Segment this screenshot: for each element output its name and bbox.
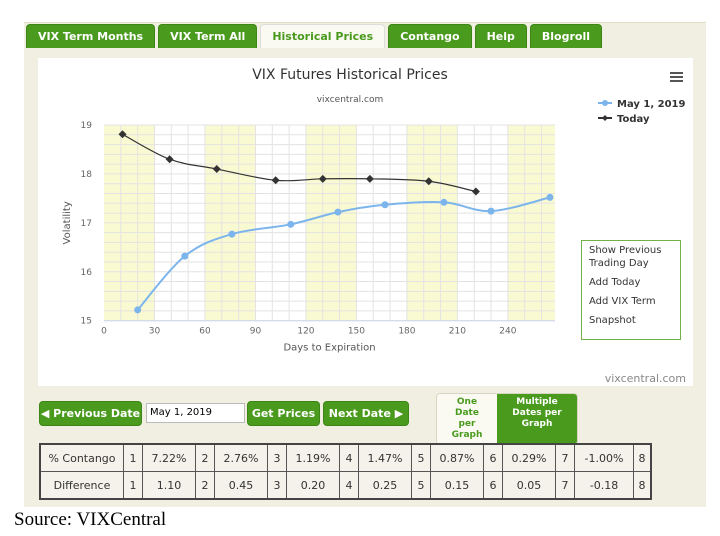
data-point [181, 252, 189, 260]
month-index: 1 [123, 443, 143, 472]
x-tick-label: 180 [398, 327, 415, 337]
table-cell: 0.20 [286, 471, 340, 500]
table-cell: -0.18 [574, 471, 634, 500]
table-cell: 0.15 [430, 471, 484, 500]
contango-table: % Contango 1 7.22% 2 2.76% 3 1.19% 4 1.47% 5 0.87%… [39, 443, 652, 500]
data-point [287, 220, 295, 228]
data-point [165, 155, 174, 164]
x-tick-label: 30 [149, 327, 161, 337]
data-point [228, 230, 236, 238]
data-point [546, 193, 554, 201]
date-input[interactable]: May 1, 2019 [146, 403, 245, 423]
table-cell: 0.05 [502, 471, 556, 500]
table-cell: -1.00% [574, 443, 634, 472]
month-index: 6 [483, 443, 503, 472]
x-tick-label: 150 [348, 327, 365, 337]
data-point [365, 174, 374, 183]
month-index: 6 [483, 471, 503, 500]
x-tick-label: 210 [449, 327, 466, 337]
hamburger-icon[interactable] [670, 72, 683, 82]
graph-mode-toggle: One Date per Graph Multiple Dates per Gr… [436, 393, 578, 445]
table-cell: 1.19% [286, 443, 340, 472]
row-label: % Contango [39, 443, 124, 472]
table-row: Difference 1 1.10 2 0.45 3 0.20 4 0.25 5 0.15 6 0.05… [39, 471, 652, 500]
chart-credit: vixcentral.com [605, 372, 686, 385]
y-tick-label: 15 [81, 317, 92, 327]
menu-show-previous[interactable]: Show Previous Trading Day [582, 241, 680, 273]
month-index: 4 [339, 443, 359, 472]
next-date-button[interactable]: Next Date ▶ [323, 401, 409, 426]
table-row: % Contango 1 7.22% 2 2.76% 3 1.19% 4 1.47% 5 0.87%… [39, 443, 652, 472]
chart-title: VIX Futures Historical Prices [252, 67, 448, 83]
x-axis-title: Days to Expiration [283, 343, 375, 354]
month-index: 7 [555, 443, 575, 472]
context-menu: Show Previous Trading Day Add Today Add … [581, 240, 681, 340]
data-point [334, 208, 342, 216]
y-tick-label: 16 [81, 268, 93, 278]
legend-marker [602, 115, 608, 121]
data-point [440, 198, 448, 206]
x-tick-label: 120 [297, 327, 314, 337]
x-tick-label: 240 [499, 327, 516, 337]
month-index: 8 [633, 443, 652, 472]
table-cell: 1.47% [358, 443, 412, 472]
menu-add-today[interactable]: Add Today [582, 273, 680, 292]
data-point [134, 306, 142, 314]
multiple-dates-option[interactable]: Multiple Dates per Graph [497, 394, 577, 444]
month-index: 5 [411, 471, 431, 500]
chart-svg: 0 30 60 90 120 150 180 210 240 15 16 17 18 19 Days to … [62, 67, 686, 385]
month-index: 4 [339, 471, 359, 500]
data-point [381, 201, 389, 209]
menu-add-vix-term[interactable]: Add VIX Term [582, 292, 680, 311]
chart-subtitle: vixcentral.com [317, 95, 384, 105]
month-index: 2 [195, 471, 215, 500]
table-cell: 2.76% [214, 443, 268, 472]
row-label: Difference [39, 471, 124, 500]
table-cell: 7.22% [142, 443, 196, 472]
y-axis-title: Volatility [62, 201, 73, 244]
month-index: 3 [267, 471, 287, 500]
data-point [487, 207, 495, 215]
month-index: 5 [411, 443, 431, 472]
next-date-label: Next Date [328, 407, 391, 420]
x-tick-label: 90 [250, 327, 262, 337]
month-index: 3 [267, 443, 287, 472]
y-tick-label: 17 [81, 219, 92, 229]
x-tick-label: 0 [101, 327, 107, 337]
table-cell: 0.29% [502, 443, 556, 472]
month-index: 7 [555, 471, 575, 500]
y-tick-label: 19 [81, 121, 93, 131]
data-point [271, 176, 280, 185]
legend-item: Today [617, 114, 650, 125]
table-cell: 0.25 [358, 471, 412, 500]
one-date-option[interactable]: One Date per Graph [437, 394, 497, 444]
month-index: 2 [195, 443, 215, 472]
month-index: 1 [123, 471, 143, 500]
table-cell: 1.10 [142, 471, 196, 500]
month-index: 8 [633, 471, 652, 500]
previous-date-label: Previous Date [53, 407, 141, 420]
y-tick-label: 18 [81, 170, 93, 180]
data-point [471, 187, 480, 196]
x-tick-label: 60 [199, 327, 211, 337]
legend-marker [602, 100, 608, 106]
table-cell: 0.45 [214, 471, 268, 500]
get-prices-button[interactable]: Get Prices [247, 401, 320, 426]
legend-item: May 1, 2019 [617, 99, 686, 110]
menu-snapshot[interactable]: Snapshot [582, 311, 680, 330]
source-caption: Source: VIXCentral [14, 509, 167, 530]
table-cell: 0.87% [430, 443, 484, 472]
previous-date-button[interactable]: ◀ Previous Date [39, 401, 142, 426]
